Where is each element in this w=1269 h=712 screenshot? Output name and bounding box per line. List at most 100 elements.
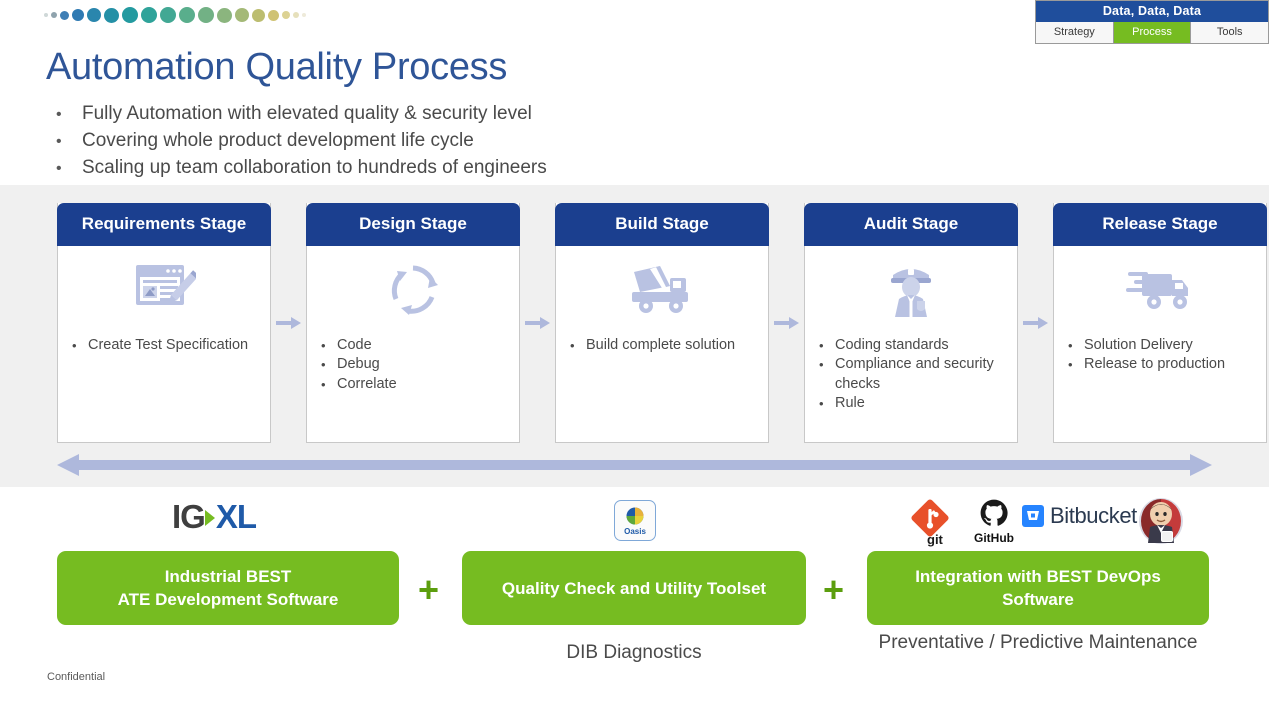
oasis-logo-label: Oasis bbox=[624, 527, 646, 536]
github-logo: GitHub bbox=[970, 498, 1018, 544]
nav-widget: Data, Data, Data Strategy Process Tools bbox=[1035, 0, 1269, 44]
decorative-dot bbox=[160, 7, 176, 23]
stage-bullet-text: Correlate bbox=[337, 375, 397, 394]
bullet-icon: • bbox=[56, 131, 82, 153]
tab-strategy[interactable]: Strategy bbox=[1036, 22, 1114, 43]
cement-truck-icon bbox=[556, 250, 768, 330]
stage-bullet-text: Debug bbox=[337, 355, 380, 374]
decorative-dot bbox=[60, 11, 69, 20]
stage-connector-arrow-3 bbox=[769, 203, 804, 443]
decorative-dot bbox=[87, 8, 101, 22]
bullet-icon: • bbox=[72, 336, 88, 355]
intro-bullet-text: Scaling up team collaboration to hundred… bbox=[82, 157, 547, 179]
stage-bullet-list: • Code • Debug • Correlate bbox=[307, 330, 519, 394]
stage-bullet-text: Compliance and security checks bbox=[835, 355, 1003, 394]
green-box-line1: Quality Check and Utility Toolset bbox=[502, 577, 766, 600]
stage-title: Build Stage bbox=[555, 203, 769, 246]
stage-bullet-item: • Debug bbox=[321, 355, 505, 374]
decorative-dot bbox=[51, 12, 57, 18]
green-box-line1: Industrial BEST bbox=[118, 565, 339, 588]
stage-card-row: Requirements Stage bbox=[57, 203, 1212, 443]
bullet-icon: • bbox=[321, 336, 337, 355]
stage-bullet-list: • Build complete solution bbox=[556, 330, 768, 355]
stage-title: Requirements Stage bbox=[57, 203, 271, 246]
decorative-dot bbox=[293, 12, 299, 18]
stage-bullet-item: • Code bbox=[321, 336, 505, 355]
green-box-quality-check[interactable]: Quality Check and Utility Toolset bbox=[462, 551, 806, 625]
document-edit-icon bbox=[58, 250, 270, 330]
bullet-icon: • bbox=[819, 355, 835, 374]
decorative-dot bbox=[72, 9, 84, 21]
intro-bullet-item: • Scaling up team collaboration to hundr… bbox=[56, 157, 876, 180]
stage-card-release[interactable]: Release Stage • Solution Delivery • bbox=[1053, 203, 1267, 443]
decorative-dot bbox=[122, 7, 138, 23]
stage-connector-arrow-1 bbox=[271, 203, 306, 443]
stage-bullet-item: • Compliance and security checks bbox=[819, 355, 1003, 394]
stage-bullet-item: • Create Test Specification bbox=[72, 336, 256, 355]
bullet-icon: • bbox=[56, 158, 82, 180]
decorative-dot-strip bbox=[44, 4, 344, 26]
green-box-industrial-best[interactable]: Industrial BEST ATE Development Software bbox=[57, 551, 399, 625]
green-box-devops-integration[interactable]: Integration with BEST DevOps Software bbox=[867, 551, 1209, 625]
stage-bullet-text: Create Test Specification bbox=[88, 336, 248, 355]
decorative-dot bbox=[44, 13, 48, 17]
page-title: Automation Quality Process bbox=[46, 46, 507, 89]
tab-process[interactable]: Process bbox=[1114, 22, 1192, 43]
nav-widget-tabs: Strategy Process Tools bbox=[1036, 22, 1268, 43]
igxl-logo: IG XL bbox=[172, 498, 256, 536]
intro-bullet-list: • Fully Automation with elevated quality… bbox=[56, 103, 876, 184]
globe-icon bbox=[625, 506, 645, 526]
bullet-icon: • bbox=[1068, 355, 1084, 374]
bitbucket-icon bbox=[1022, 505, 1044, 527]
decorative-dot bbox=[302, 13, 306, 17]
caption-dib-diagnostics: DIB Diagnostics bbox=[462, 639, 806, 666]
stage-card-audit[interactable]: Audit Stage • Coding standards • Comp bbox=[804, 203, 1018, 443]
green-box-line1: Integration with BEST DevOps bbox=[915, 565, 1161, 588]
decorative-dot bbox=[252, 9, 265, 22]
nav-widget-title: Data, Data, Data bbox=[1036, 1, 1268, 22]
stage-bullet-text: Release to production bbox=[1084, 355, 1225, 374]
green-box-line2: ATE Development Software bbox=[118, 588, 339, 611]
stage-bullet-list: • Solution Delivery • Release to product… bbox=[1054, 330, 1266, 375]
decorative-dot bbox=[217, 8, 232, 23]
stage-card-requirements[interactable]: Requirements Stage bbox=[57, 203, 271, 443]
stage-bullet-item: • Correlate bbox=[321, 375, 505, 394]
bullet-icon: • bbox=[321, 355, 337, 374]
stage-card-build[interactable]: Build Stage • Build complete solution bbox=[555, 203, 769, 443]
intro-bullet-item: • Covering whole product development lif… bbox=[56, 130, 876, 153]
decorative-dot bbox=[282, 11, 290, 19]
stage-card-design[interactable]: Design Stage • Code • Debug bbox=[306, 203, 520, 443]
refresh-cycle-icon bbox=[307, 250, 519, 330]
oasis-logo: Oasis bbox=[614, 500, 656, 541]
stage-title: Design Stage bbox=[306, 203, 520, 246]
intro-bullet-text: Covering whole product development life … bbox=[82, 130, 474, 152]
confidential-label: Confidential bbox=[47, 671, 105, 683]
intro-bullet-item: • Fully Automation with elevated quality… bbox=[56, 103, 876, 126]
igxl-logo-xl: XL bbox=[216, 498, 256, 535]
decorative-dot bbox=[179, 7, 195, 23]
decorative-dot bbox=[268, 10, 279, 21]
bullet-icon: • bbox=[321, 375, 337, 394]
stage-bullet-text: Coding standards bbox=[835, 336, 949, 355]
stage-bullet-text: Build complete solution bbox=[586, 336, 735, 355]
stage-title: Release Stage bbox=[1053, 203, 1267, 246]
bitbucket-logo: Bitbucket bbox=[1022, 503, 1137, 529]
chevron-right-icon bbox=[205, 510, 215, 526]
jenkins-logo bbox=[1137, 495, 1185, 545]
stage-connector-arrow-4 bbox=[1018, 203, 1053, 443]
bullet-icon: • bbox=[1068, 336, 1084, 355]
delivery-truck-icon bbox=[1054, 250, 1266, 330]
igxl-logo-ig: IG bbox=[172, 498, 205, 535]
stage-bullet-item: • Build complete solution bbox=[570, 336, 754, 355]
stage-bullet-list: • Coding standards • Compliance and secu… bbox=[805, 330, 1017, 413]
caption-preventative-maintenance: Preventative / Predictive Maintenance bbox=[867, 629, 1209, 656]
bitbucket-logo-label: Bitbucket bbox=[1050, 503, 1137, 529]
plus-icon-1: + bbox=[418, 572, 439, 608]
tab-tools[interactable]: Tools bbox=[1191, 22, 1268, 43]
police-officer-icon bbox=[805, 250, 1017, 330]
stage-bullet-item: • Coding standards bbox=[819, 336, 1003, 355]
stage-bullet-text: Code bbox=[337, 336, 372, 355]
intro-bullet-text: Fully Automation with elevated quality &… bbox=[82, 103, 532, 125]
bullet-icon: • bbox=[570, 336, 586, 355]
green-box-line2: Software bbox=[915, 588, 1161, 611]
